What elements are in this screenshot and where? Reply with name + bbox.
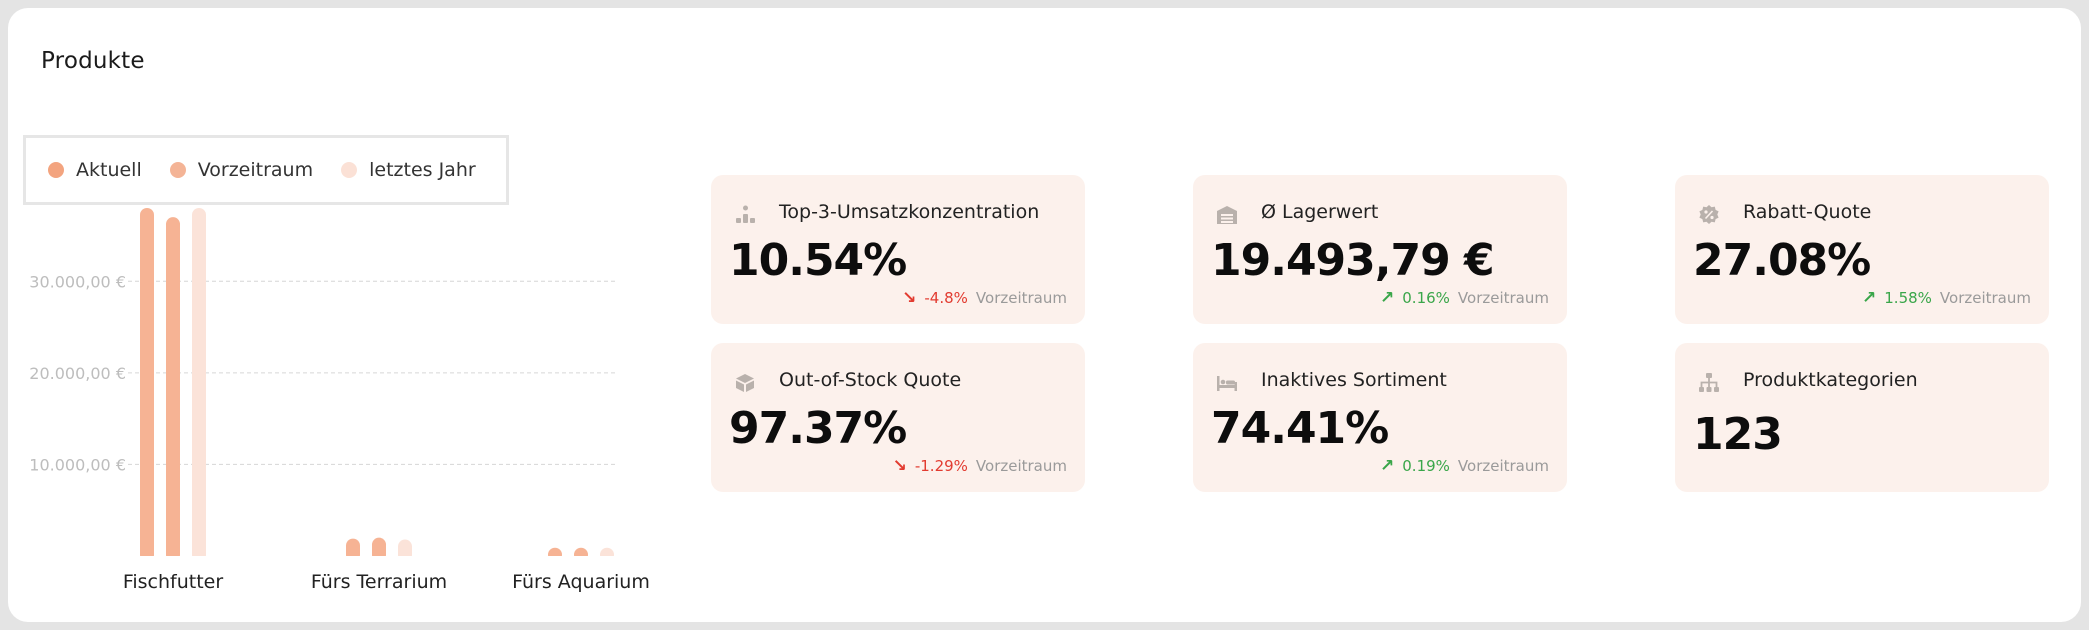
card-value: 97.37% [729, 403, 907, 454]
delta-value: 0.19% [1402, 457, 1450, 475]
card-value: 123 [1693, 409, 1783, 460]
kpi-card-product-categories[interactable]: Produktkategorien 123 [1675, 343, 2049, 492]
box-icon [736, 374, 754, 392]
trend-up-icon: ↗ [1380, 288, 1395, 308]
bar-letztes-jahr[interactable] [192, 208, 206, 562]
legend-item-aktuell[interactable]: Aktuell [48, 159, 142, 181]
sitemap-icon [1699, 373, 1719, 392]
delta-reference: Vorzeitraum [1939, 289, 2031, 307]
card-delta: ↘ -1.29% Vorzeitraum [893, 456, 1067, 476]
chart-baseline-mask [108, 556, 648, 564]
legend-dot-aktuell [48, 162, 64, 178]
kpi-card-discount-rate[interactable]: Rabatt-Quote 27.08% ↗ 1.58% Vorzeitraum [1675, 175, 2049, 324]
card-delta: ↗ 1.58% Vorzeitraum [1862, 288, 2031, 308]
y-tick-label: 10.000,00 € [29, 455, 126, 474]
legend-label: letztes Jahr [369, 159, 476, 181]
card-label: Ø Lagerwert [1261, 201, 1379, 223]
bar-aktuell[interactable] [140, 208, 154, 562]
x-tick-label: Fürs Aquarium [512, 571, 650, 593]
legend-label: Aktuell [76, 159, 142, 181]
discount-badge-icon [1699, 205, 1719, 224]
trend-down-icon: ↘ [902, 288, 917, 308]
card-delta: ↗ 0.16% Vorzeitraum [1380, 288, 1549, 308]
card-delta: ↗ 0.19% Vorzeitraum [1380, 456, 1549, 476]
y-tick-label: 20.000,00 € [29, 364, 126, 383]
x-tick-label: Fürs Terrarium [311, 571, 447, 593]
kpi-card-avg-stock-value[interactable]: Ø Lagerwert 19.493,79 € ↗ 0.16% Vorzeitr… [1193, 175, 1567, 324]
legend-dot-letztes-jahr [341, 162, 358, 178]
trend-up-icon: ↗ [1862, 288, 1877, 308]
card-label: Produktkategorien [1743, 369, 1918, 391]
delta-reference: Vorzeitraum [1457, 457, 1549, 475]
card-label: Inaktives Sortiment [1261, 369, 1447, 391]
legend-label: Vorzeitraum [197, 159, 314, 181]
bar-chart: 10.000,00 € 20.000,00 € 30.000,00 € Fischfu… [29, 208, 650, 593]
trend-up-icon: ↗ [1380, 456, 1395, 476]
bar-vorzeitraum[interactable] [166, 217, 180, 562]
card-label: Rabatt-Quote [1743, 201, 1872, 223]
kpi-card-out-of-stock-rate[interactable]: Out-of-Stock Quote 97.37% ↘ -1.29% Vorze… [711, 343, 1085, 492]
kpi-card-inactive-assortment[interactable]: Inaktives Sortiment 74.41% ↗ 0.19% Vorze… [1193, 343, 1567, 492]
card-value: 10.54% [729, 235, 907, 286]
delta-reference: Vorzeitraum [975, 289, 1067, 307]
legend-item-letztes-jahr[interactable]: letztes Jahr [341, 159, 476, 181]
delta-value: -4.8% [924, 289, 968, 307]
card-value: 19.493,79 € [1211, 235, 1495, 286]
chart-legend: Aktuell Vorzeitraum letztes Jahr [23, 135, 509, 205]
products-panel: Produkte 10.000,00 €20.000,00 €30.000,00… [8, 8, 2081, 622]
legend-item-vorzeitraum[interactable]: Vorzeitraum [169, 159, 314, 181]
trend-down-icon: ↘ [892, 456, 907, 476]
legend-dot-vorzeitraum [169, 162, 186, 178]
y-tick-label: 30.000,00 € [29, 272, 126, 291]
delta-value: 0.16% [1402, 289, 1450, 307]
card-value: 74.41% [1211, 403, 1389, 454]
bed-icon [1217, 376, 1237, 391]
card-value: 27.08% [1693, 235, 1871, 286]
delta-reference: Vorzeitraum [975, 457, 1067, 475]
delta-value: -1.29% [914, 457, 968, 475]
card-label: Top-3-Umsatzkonzentration [779, 201, 1040, 223]
warehouse-icon [1217, 206, 1237, 224]
card-label: Out-of-Stock Quote [779, 369, 962, 391]
ranking-icon [736, 205, 755, 223]
kpi-card-top3-revenue-concentration[interactable]: Top-3-Umsatzkonzentration 10.54% ↘ -4.8%… [711, 175, 1085, 324]
delta-value: 1.58% [1884, 289, 1932, 307]
delta-reference: Vorzeitraum [1457, 289, 1549, 307]
x-tick-label: Fischfutter [123, 571, 224, 593]
card-delta: ↘ -4.8% Vorzeitraum [902, 288, 1067, 308]
